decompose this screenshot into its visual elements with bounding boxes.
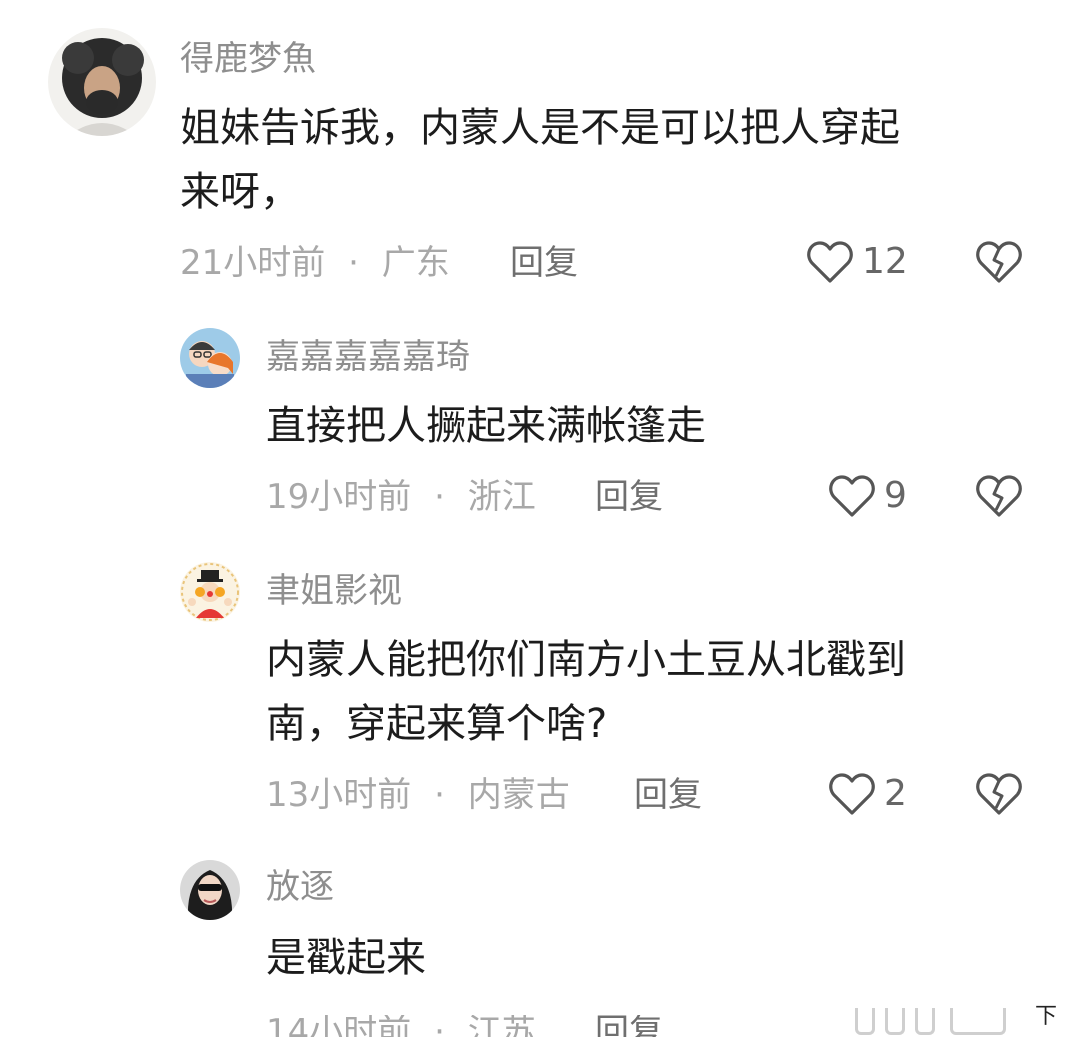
heart-outline-icon — [829, 773, 875, 815]
broken-heart-icon — [976, 475, 1022, 517]
avatar[interactable] — [180, 328, 240, 388]
avatar-image — [180, 328, 240, 388]
bracket-icon — [915, 1008, 935, 1035]
comment-text: 姐妹告诉我，内蒙人是不是可以把人穿起 来呀， — [180, 96, 900, 224]
separator: · — [434, 477, 445, 517]
reply-button[interactable]: 回复 — [595, 480, 663, 514]
avatar-image — [48, 28, 156, 136]
partial-toolbar-shapes — [855, 1008, 1035, 1035]
avatar[interactable] — [180, 562, 240, 622]
location: 内蒙古 — [467, 775, 570, 815]
like-button[interactable]: 9 — [828, 474, 907, 518]
comment-text-line: 南，穿起来算个啥? — [266, 701, 608, 747]
dislike-button[interactable] — [975, 772, 1023, 816]
comment-text: 是戳起来 — [266, 926, 426, 990]
heart-outline-icon — [807, 241, 853, 283]
like-button[interactable]: 2 — [828, 772, 907, 816]
dislike-button[interactable] — [975, 474, 1023, 518]
separator: · — [434, 775, 445, 815]
comment-meta: 21小时前 · 广东 — [180, 246, 450, 280]
location: 浙江 — [467, 477, 536, 517]
comment-text: 直接把人撅起来满帐篷走 — [266, 394, 706, 458]
like-count: 12 — [862, 241, 908, 282]
timestamp: 19小时前 — [266, 477, 412, 517]
comment-meta: 19小时前 · 浙江 — [266, 480, 536, 514]
dislike-button[interactable] — [975, 240, 1023, 284]
timestamp: 21小时前 — [180, 243, 326, 283]
heart-outline-icon — [829, 475, 875, 517]
reply-button[interactable]: 回复 — [510, 246, 578, 280]
comment-text: 内蒙人能把你们南方小土豆从北戳到 南，穿起来算个啥? — [266, 628, 906, 756]
comment-text-line: 内蒙人能把你们南方小土豆从北戳到 — [266, 637, 906, 683]
avatar-image — [180, 562, 240, 622]
location: 广东 — [381, 243, 450, 283]
bracket-icon — [855, 1008, 875, 1035]
like-count: 2 — [884, 773, 907, 814]
like-button[interactable]: 12 — [806, 240, 908, 284]
like-count: 9 — [884, 475, 907, 516]
comment-text-line: 姐妹告诉我，内蒙人是不是可以把人穿起 — [180, 105, 900, 151]
bottom-strip — [0, 1037, 1080, 1055]
corner-text: 下 — [1035, 1004, 1058, 1029]
comment-text-line: 直接把人撅起来满帐篷走 — [266, 403, 706, 449]
username[interactable]: 聿姐影视 — [266, 574, 402, 608]
comment-text-line: 是戳起来 — [266, 935, 426, 981]
bracket-icon — [885, 1008, 905, 1035]
username[interactable]: 放逐 — [266, 870, 334, 904]
username[interactable]: 嘉嘉嘉嘉嘉琦 — [266, 340, 470, 374]
separator: · — [348, 243, 359, 283]
avatar-image — [180, 860, 240, 920]
avatar[interactable] — [48, 28, 156, 136]
broken-heart-icon — [976, 241, 1022, 283]
reply-button[interactable]: 回复 — [634, 778, 702, 812]
comment-text-line: 来呀， — [180, 169, 300, 215]
username[interactable]: 得鹿梦魚 — [180, 42, 316, 76]
broken-heart-icon — [976, 773, 1022, 815]
comment-meta: 13小时前 · 内蒙古 — [266, 778, 570, 812]
timestamp: 13小时前 — [266, 775, 412, 815]
avatar[interactable] — [180, 860, 240, 920]
bracket-icon — [950, 1008, 1006, 1035]
